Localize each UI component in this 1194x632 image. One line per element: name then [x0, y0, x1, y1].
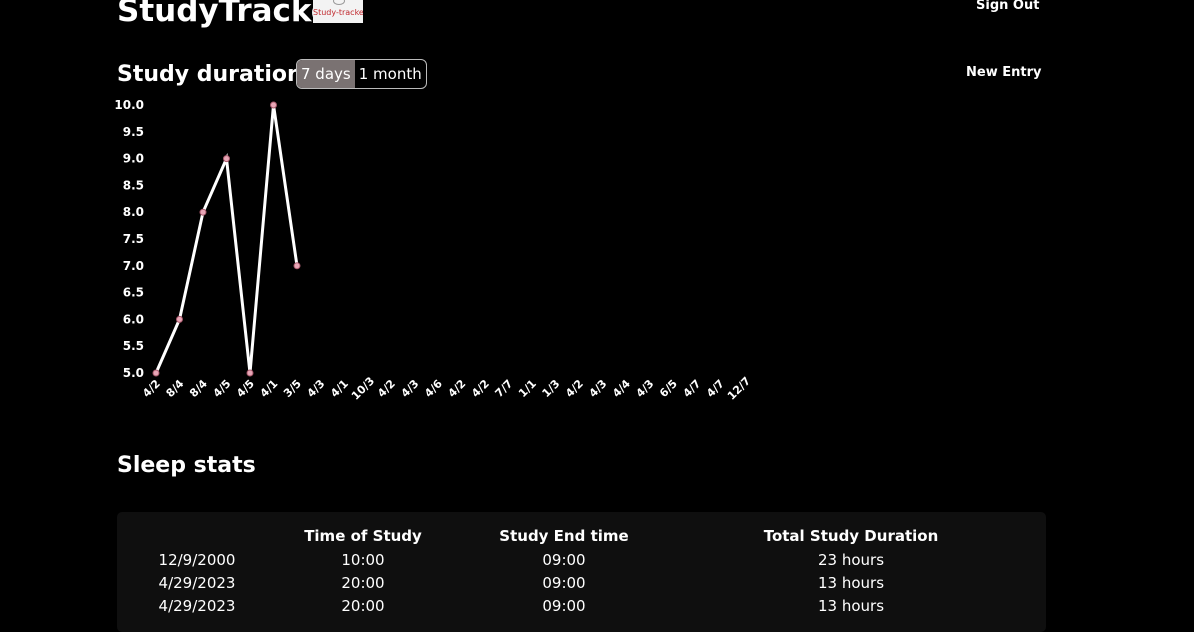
logo: Study-tracker: [313, 0, 363, 23]
x-tick-label: 6/5: [657, 377, 680, 400]
x-tick-label: 4/7: [681, 377, 704, 400]
study-duration-chart: 10.09.59.08.58.07.57.06.56.05.55.04/2 8/4…: [114, 98, 753, 403]
toggle-7-days[interactable]: 7 days: [297, 60, 355, 88]
sleep-stats-table: Time of Study Study End time Total Study…: [117, 524, 1023, 617]
cell-study-end-time: 09:00: [542, 550, 586, 569]
sleep-stats-title: Sleep stats: [117, 453, 256, 478]
x-tick-label: 10/3: [349, 374, 377, 402]
x-tick-label: 4/3: [634, 377, 657, 400]
logo-mark: [333, 0, 345, 5]
x-tick-label: 4/7: [704, 377, 727, 400]
cell-date: 4/29/2023: [158, 596, 236, 615]
x-tick-label: 4/2: [563, 377, 586, 400]
cell-time-of-study: 10:00: [341, 550, 385, 569]
data-point: [246, 369, 254, 377]
new-entry-button[interactable]: New Entry: [966, 65, 1041, 80]
x-tick-label: 4/2: [469, 377, 492, 400]
y-tick-label: 5.0: [123, 366, 144, 380]
x-tick-label: 4/2: [446, 377, 469, 400]
data-point: [270, 101, 277, 109]
column-header-study-end-time: Study End time: [499, 527, 629, 545]
column-header-time-of-study: Time of Study: [304, 527, 422, 545]
x-tick-label: 4/2: [140, 377, 163, 400]
x-tick-label: 4/2: [375, 377, 398, 400]
data-point: [152, 369, 160, 377]
sign-out-button[interactable]: Sign Out: [976, 0, 1039, 13]
x-tick-label: 4/1: [328, 377, 351, 400]
column-header-total-duration: Total Study Duration: [763, 527, 939, 545]
data-point: [176, 315, 183, 323]
series-line: [154, 104, 299, 374]
logo-text: Study-tracker: [313, 8, 363, 17]
x-tick-label: 3/5: [281, 377, 304, 400]
x-tick-label: 1/3: [540, 377, 563, 400]
cell-total-duration: 23 hours: [817, 550, 885, 569]
y-tick-label: 8.5: [123, 178, 144, 192]
x-tick-label: 4/6: [422, 377, 445, 400]
cell-study-end-time: 09:00: [542, 573, 586, 592]
toggle-1-month[interactable]: 1 month: [355, 60, 426, 88]
x-tick-label: 4/5: [211, 377, 234, 400]
cell-date: 4/29/2023: [158, 573, 236, 592]
x-tick-label: 4/3: [305, 377, 328, 400]
cell-time-of-study: 20:00: [341, 596, 385, 615]
data-point: [223, 155, 230, 163]
table-row: 12/9/2000 10:00 09:00 23 hours: [117, 548, 1023, 571]
x-tick-label: 7/7: [493, 377, 516, 400]
table-row: 4/29/2023 20:00 09:00 13 hours: [117, 571, 1023, 594]
y-tick-label: 6.0: [123, 312, 144, 326]
study-duration-title: Study duration: [117, 62, 303, 87]
y-tick-label: 8.0: [123, 205, 144, 219]
y-tick-label: 9.5: [123, 125, 144, 139]
y-tick-label: 7.0: [123, 259, 144, 273]
table-header-row: Time of Study Study End time Total Study…: [117, 524, 1023, 548]
x-tick-label: 12/7: [725, 374, 753, 402]
data-point: [293, 262, 301, 270]
range-toggle: 7 days 1 month: [296, 59, 427, 89]
x-tick-label: 4/5: [234, 377, 257, 400]
data-point: [199, 208, 207, 216]
sleep-stats-table-card: Time of Study Study End time Total Study…: [117, 512, 1046, 632]
y-tick-label: 6.5: [123, 286, 144, 300]
x-tick-label: 4/1: [258, 377, 281, 400]
x-tick-label: 4/3: [399, 377, 422, 400]
x-tick-label: 1/1: [516, 377, 539, 400]
x-tick-label: 4/3: [587, 377, 610, 400]
x-tick-label: 4/4: [610, 377, 633, 400]
x-tick-label: 8/4: [187, 377, 210, 400]
cell-date: 12/9/2000: [158, 550, 236, 569]
y-tick-label: 10.0: [114, 98, 144, 112]
x-tick-label: 8/4: [164, 377, 187, 400]
y-tick-label: 5.5: [123, 339, 144, 353]
cell-total-duration: 13 hours: [817, 573, 885, 592]
column-header-date: [117, 524, 277, 548]
cell-study-end-time: 09:00: [542, 596, 586, 615]
y-tick-label: 9.0: [123, 152, 144, 166]
cell-time-of-study: 20:00: [341, 573, 385, 592]
y-tick-label: 7.5: [123, 232, 144, 246]
table-row: 4/29/2023 20:00 09:00 13 hours: [117, 594, 1023, 617]
cell-total-duration: 13 hours: [817, 596, 885, 615]
